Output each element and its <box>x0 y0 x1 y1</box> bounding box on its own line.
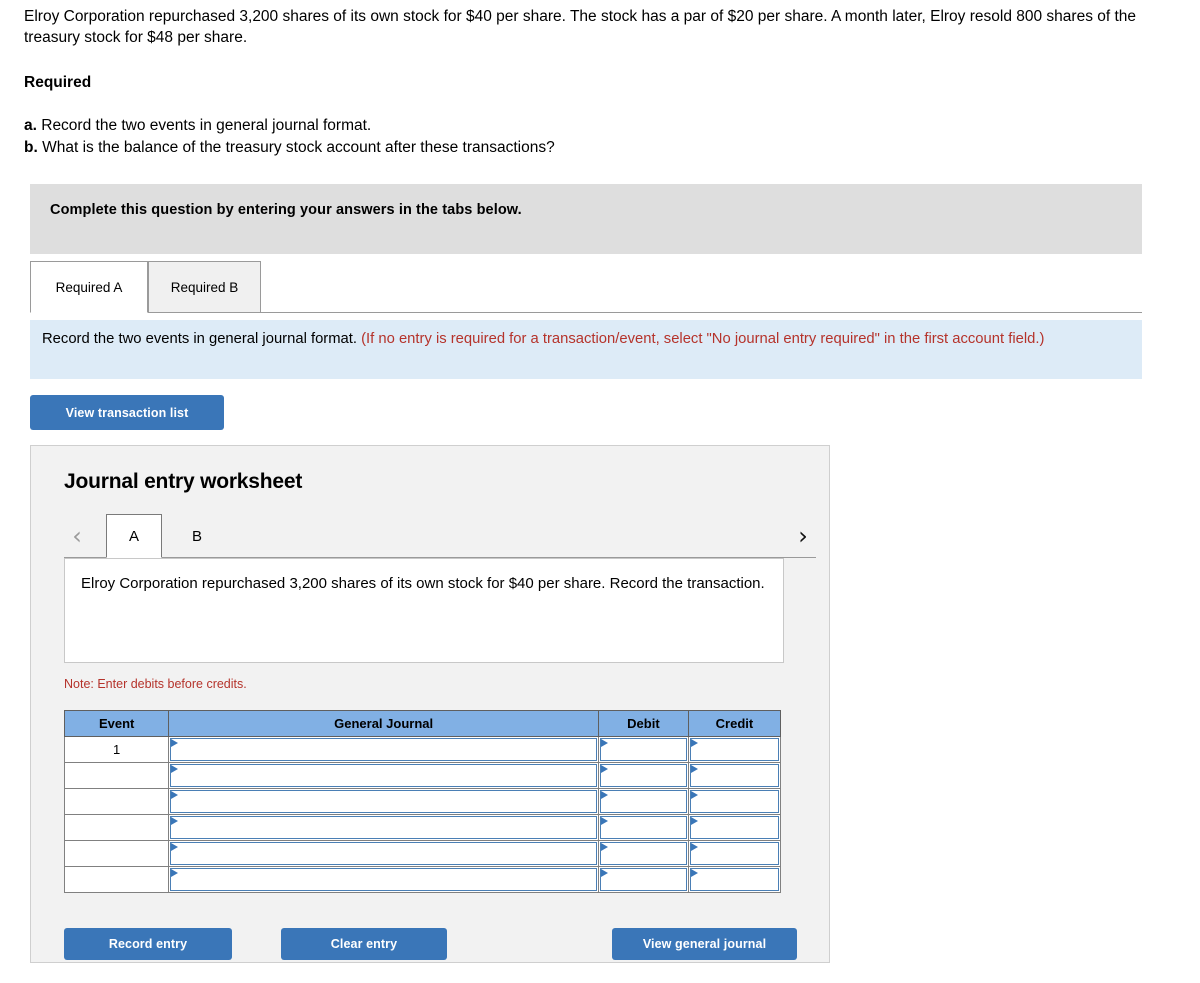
event-cell <box>63 814 170 841</box>
journal-entry-table: Event General Journal Debit Credit 1 <box>63 710 782 893</box>
required-item-b-text: What is the balance of the treasury stoc… <box>37 138 555 156</box>
table-row <box>63 866 782 893</box>
requirement-instruction-banner: Record the two events in general journal… <box>30 320 1142 379</box>
debit-input[interactable] <box>599 868 687 891</box>
debit-input[interactable] <box>599 790 687 813</box>
general-journal-cell[interactable] <box>168 762 599 789</box>
debit-cell[interactable] <box>597 814 689 841</box>
debit-input[interactable] <box>599 842 687 865</box>
worksheet-subtab-a-label: A <box>128 527 139 545</box>
credit-cell[interactable] <box>687 866 782 893</box>
required-item-b: b. What is the balance of the treasury s… <box>24 137 555 159</box>
view-transaction-list-button[interactable]: View transaction list <box>30 395 224 430</box>
worksheet-subtab-b-label: B <box>191 527 202 545</box>
worksheet-title: Journal entry worksheet <box>64 470 303 493</box>
column-header-general-journal: General Journal <box>168 710 599 737</box>
tab-required-a[interactable]: Required A <box>30 261 148 313</box>
credit-input[interactable] <box>689 790 779 813</box>
tab-required-b-label: Required B <box>170 279 239 295</box>
event-cell <box>63 762 170 789</box>
table-row <box>63 762 782 789</box>
chevron-right-icon[interactable]: › <box>790 522 816 550</box>
required-item-b-label: b. <box>24 138 38 156</box>
general-journal-cell[interactable] <box>168 788 599 815</box>
debit-cell[interactable] <box>597 788 689 815</box>
event-cell <box>63 788 170 815</box>
credit-cell[interactable] <box>687 814 782 841</box>
general-journal-cell[interactable] <box>168 736 599 763</box>
requirement-instruction-main: Record the two events in general journal… <box>42 331 362 347</box>
debit-cell[interactable] <box>597 736 689 763</box>
requirement-instruction-hint: (If no entry is required for a transacti… <box>361 331 1045 347</box>
general-journal-cell[interactable] <box>168 814 599 841</box>
debits-before-credits-note: Note: Enter debits before credits. <box>64 677 247 691</box>
account-input[interactable] <box>170 764 597 787</box>
chevron-left-icon[interactable]: ‹ <box>64 522 90 550</box>
credit-input[interactable] <box>689 764 779 787</box>
table-row: 1 <box>63 736 782 763</box>
event-cell <box>63 840 170 867</box>
debit-input[interactable] <box>599 738 687 761</box>
credit-input[interactable] <box>689 842 779 865</box>
account-input[interactable] <box>170 790 597 813</box>
instruction-banner: Complete this question by entering your … <box>30 184 1142 254</box>
column-header-event: Event <box>63 710 170 737</box>
debit-cell[interactable] <box>597 762 689 789</box>
worksheet-subtab-b[interactable]: B <box>174 514 220 558</box>
debit-cell[interactable] <box>597 866 689 893</box>
record-entry-button[interactable]: Record entry <box>64 928 232 960</box>
required-heading: Required <box>24 74 92 91</box>
event-cell <box>63 866 170 893</box>
credit-cell[interactable] <box>687 840 782 867</box>
problem-statement: Elroy Corporation repurchased 3,200 shar… <box>24 8 1137 46</box>
account-input[interactable] <box>170 816 597 839</box>
credit-input[interactable] <box>689 868 779 891</box>
table-row <box>63 840 782 867</box>
required-items: a. Record the two events in general jour… <box>24 115 555 158</box>
credit-cell[interactable] <box>687 762 782 789</box>
worksheet-subtabs: ‹ A B › <box>64 514 816 558</box>
clear-entry-button[interactable]: Clear entry <box>281 928 447 960</box>
column-header-debit: Debit <box>597 710 689 737</box>
credit-cell[interactable] <box>687 736 782 763</box>
debit-input[interactable] <box>599 764 687 787</box>
general-journal-cell[interactable] <box>168 840 599 867</box>
tab-required-a-label: Required A <box>55 279 123 295</box>
table-row <box>63 788 782 815</box>
account-input[interactable] <box>170 842 597 865</box>
tab-required-b[interactable]: Required B <box>148 261 261 313</box>
debit-input[interactable] <box>599 816 687 839</box>
required-item-a-label: a. <box>24 117 37 134</box>
journal-table-header-row: Event General Journal Debit Credit <box>63 710 782 737</box>
view-general-journal-button[interactable]: View general journal <box>612 928 797 960</box>
credit-input[interactable] <box>689 816 779 839</box>
journal-table-body: 1 <box>63 736 782 893</box>
general-journal-cell[interactable] <box>168 866 599 893</box>
credit-cell[interactable] <box>687 788 782 815</box>
credit-input[interactable] <box>689 738 779 761</box>
account-input[interactable] <box>170 738 597 761</box>
account-input[interactable] <box>170 868 597 891</box>
required-item-a-text: Record the two events in general journal… <box>36 117 372 134</box>
debit-cell[interactable] <box>597 840 689 867</box>
worksheet-subtab-a[interactable]: A <box>106 514 162 558</box>
table-row <box>63 814 782 841</box>
required-item-a: a. Record the two events in general jour… <box>24 115 555 137</box>
column-header-credit: Credit <box>687 710 782 737</box>
event-cell: 1 <box>63 736 170 763</box>
instruction-banner-text: Complete this question by entering your … <box>50 202 522 218</box>
journal-entry-worksheet-panel: Journal entry worksheet ‹ A B › Elroy Co… <box>30 445 830 963</box>
requirement-tabs: Required A Required B <box>30 261 1142 313</box>
transaction-description-box: Elroy Corporation repurchased 3,200 shar… <box>64 558 784 663</box>
